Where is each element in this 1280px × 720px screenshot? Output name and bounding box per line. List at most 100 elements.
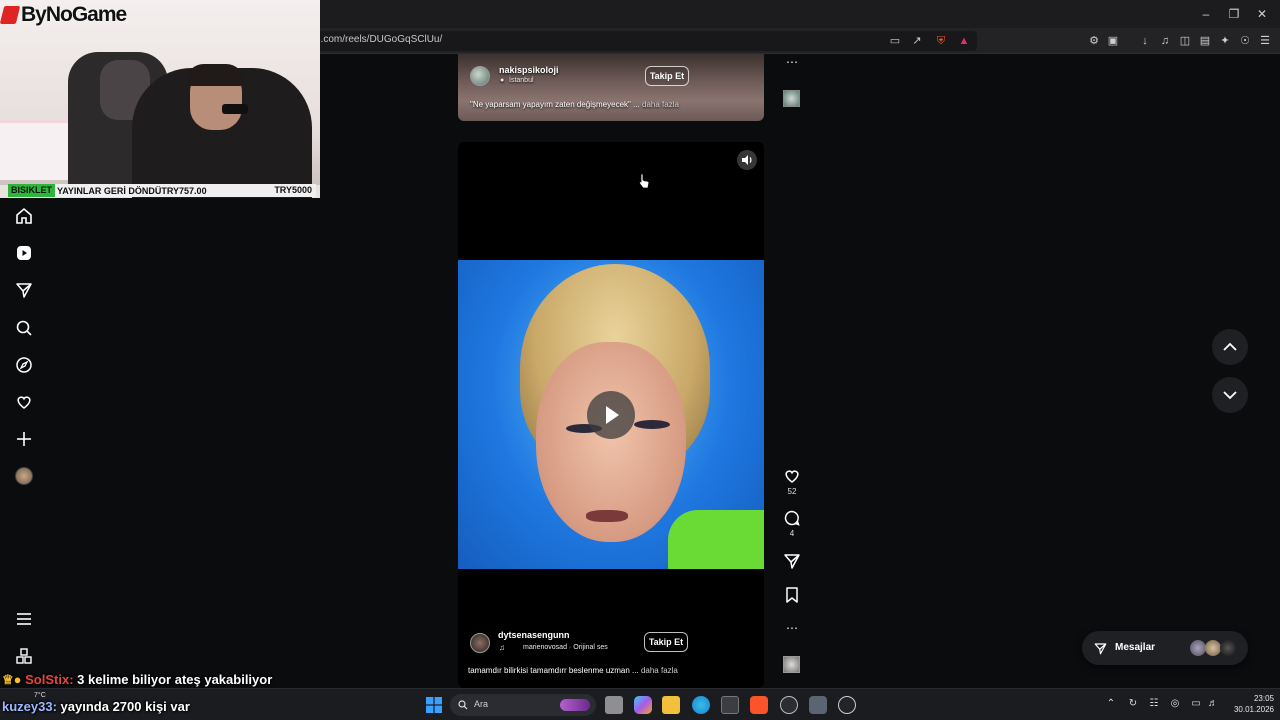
close-icon[interactable]: ✕ bbox=[1252, 6, 1272, 22]
chat-text: 3 kelime biliyor ateş yakabiliyor bbox=[77, 672, 273, 687]
address-bar[interactable]: n.com/reels/DUGoGqSClUu/ ▭ ↗ ⛨ ▲ bbox=[305, 31, 977, 51]
location-pin-icon: ● bbox=[500, 77, 505, 84]
extensions-icon[interactable]: ⚙ bbox=[1087, 34, 1101, 48]
search-icon[interactable] bbox=[14, 318, 34, 338]
more-link[interactable]: daha fazla bbox=[642, 100, 679, 109]
store-icon[interactable] bbox=[721, 696, 739, 714]
media-player-icon[interactable] bbox=[838, 696, 856, 714]
previous-reel-button[interactable] bbox=[1212, 329, 1248, 365]
music-note-icon: ♫ bbox=[499, 643, 505, 652]
video-frame[interactable] bbox=[458, 260, 764, 569]
clock-time: 23:05 bbox=[1253, 694, 1274, 703]
wallet-icon[interactable]: ▤ bbox=[1198, 34, 1212, 48]
speaker-icon bbox=[742, 155, 752, 165]
like-icon[interactable] bbox=[782, 466, 802, 486]
reel-post-current[interactable]: dytsenasengunn ♫ marienovosad · Orijinal… bbox=[458, 142, 764, 688]
download-icon[interactable]: ↓ bbox=[1138, 34, 1152, 48]
apps-icon[interactable] bbox=[14, 646, 34, 666]
share-icon[interactable] bbox=[782, 551, 802, 571]
more-options-icon[interactable]: ⋯ bbox=[782, 621, 802, 635]
video-subject-eye-right bbox=[634, 420, 670, 429]
home-icon[interactable] bbox=[14, 206, 34, 226]
vpn-icon[interactable]: ☉ bbox=[1238, 34, 1252, 48]
copilot-icon[interactable] bbox=[634, 696, 652, 714]
microphone-icon[interactable]: ◎ bbox=[1169, 698, 1181, 710]
leo-ai-icon[interactable]: ✦ bbox=[1218, 34, 1232, 48]
messages-button[interactable]: Mesajlar bbox=[1082, 631, 1248, 665]
task-view-icon[interactable] bbox=[605, 696, 623, 714]
comment-icon[interactable] bbox=[782, 508, 802, 528]
hand-cursor-icon bbox=[638, 173, 650, 189]
play-button[interactable] bbox=[587, 391, 635, 439]
chat-text: yayında 2700 kişi var bbox=[60, 699, 190, 714]
tab-icon[interactable]: ▣ bbox=[1106, 34, 1120, 48]
network-icon[interactable]: ☷ bbox=[1148, 698, 1160, 710]
explore-icon[interactable] bbox=[14, 355, 34, 375]
brave-icon[interactable] bbox=[750, 696, 768, 714]
video-subject-mouth bbox=[586, 510, 628, 522]
profile-avatar[interactable] bbox=[15, 467, 33, 485]
search-icon bbox=[458, 700, 468, 710]
display-icon[interactable]: ▭ bbox=[1190, 698, 1202, 710]
volume-icon[interactable]: ♬ bbox=[1207, 698, 1219, 710]
comment-count[interactable]: 4 bbox=[776, 529, 808, 538]
ticker-amount-total: TRY5000 bbox=[274, 185, 312, 195]
more-link[interactable]: daha fazla bbox=[641, 666, 678, 675]
chat-message: kuzey33: yayında 2700 kişi var bbox=[2, 699, 190, 714]
system-clock[interactable]: 23:05 30.01.2026 bbox=[1224, 693, 1274, 715]
share-icon[interactable]: ↗ bbox=[910, 34, 924, 48]
send-icon bbox=[1094, 643, 1107, 655]
reels-icon[interactable] bbox=[14, 243, 34, 263]
sync-icon[interactable]: ↻ bbox=[1127, 698, 1139, 710]
post-location[interactable]: İstanbul bbox=[509, 77, 534, 84]
like-count[interactable]: 52 bbox=[776, 487, 808, 496]
edge-icon[interactable] bbox=[692, 696, 710, 714]
streamer-webcam: ByNoGame BISIKLET YAYINLAR GERİ DÖNDÜ TR… bbox=[0, 0, 320, 198]
play-icon bbox=[606, 406, 619, 424]
reel-post-previous[interactable]: nakispsikoloji ● İstanbul Takip Et "Ne y… bbox=[458, 54, 764, 121]
clock-date: 30.01.2026 bbox=[1233, 705, 1274, 714]
sidebar-icon[interactable]: ◫ bbox=[1178, 34, 1192, 48]
weather-temp[interactable]: 7°C bbox=[34, 692, 46, 699]
send-icon[interactable] bbox=[14, 280, 34, 300]
chat-message: ♕● SolStix: 3 kelime biliyor ateş yakabi… bbox=[2, 672, 272, 688]
avatar bbox=[1205, 640, 1221, 656]
cast-icon[interactable]: ▭ bbox=[888, 34, 902, 48]
chat-username: kuzey33: bbox=[2, 699, 57, 714]
more-options-icon[interactable]: ⋯ bbox=[782, 55, 802, 69]
brave-rewards-icon[interactable]: ▲ bbox=[957, 34, 971, 48]
post-username[interactable]: nakispsikoloji bbox=[499, 65, 559, 75]
ticker-amount: TRY757.00 bbox=[161, 185, 207, 196]
app-icon[interactable] bbox=[809, 696, 827, 714]
steam-icon[interactable] bbox=[780, 696, 798, 714]
search-highlight-icon bbox=[560, 699, 590, 711]
restore-icon[interactable]: ❐ bbox=[1224, 6, 1244, 22]
post-caption[interactable]: tamamdır bilirkisi tamamdırr beslenme uz… bbox=[468, 666, 678, 675]
audio-toggle-button[interactable] bbox=[737, 150, 757, 170]
audio-thumbnail[interactable] bbox=[783, 90, 800, 107]
post-username[interactable]: dytsenasengunn bbox=[498, 630, 570, 640]
music-icon[interactable]: ♫ bbox=[1158, 34, 1172, 48]
follow-button[interactable]: Takip Et bbox=[644, 632, 688, 652]
audio-thumbnail[interactable] bbox=[783, 656, 800, 673]
post-caption[interactable]: "Ne yaparsam yapayım zaten değişmeyecek"… bbox=[470, 100, 679, 109]
menu-icon[interactable]: ☰ bbox=[1258, 34, 1272, 48]
ticker-tag: BISIKLET bbox=[8, 184, 56, 197]
follow-button[interactable]: Takip Et bbox=[645, 66, 689, 86]
brave-shield-icon[interactable]: ⛨ bbox=[934, 34, 948, 48]
windows-start-icon[interactable] bbox=[426, 697, 442, 713]
webcam-streamer-hair bbox=[186, 64, 244, 86]
minimize-icon[interactable]: – bbox=[1196, 6, 1216, 22]
post-audio[interactable]: marienovosad · Orijinal ses bbox=[523, 644, 608, 651]
logo-text: ByNoGame bbox=[21, 3, 127, 26]
more-menu-icon[interactable] bbox=[14, 609, 34, 629]
save-icon[interactable] bbox=[782, 585, 802, 605]
heart-icon[interactable] bbox=[14, 392, 34, 412]
next-reel-button[interactable] bbox=[1212, 377, 1248, 413]
chevron-up-icon[interactable]: ⌃ bbox=[1105, 698, 1117, 710]
post-avatar[interactable] bbox=[470, 66, 490, 86]
taskbar-search[interactable]: Ara bbox=[450, 694, 596, 716]
file-explorer-icon[interactable] bbox=[662, 696, 680, 714]
create-icon[interactable] bbox=[14, 429, 34, 449]
post-avatar[interactable] bbox=[470, 633, 490, 653]
